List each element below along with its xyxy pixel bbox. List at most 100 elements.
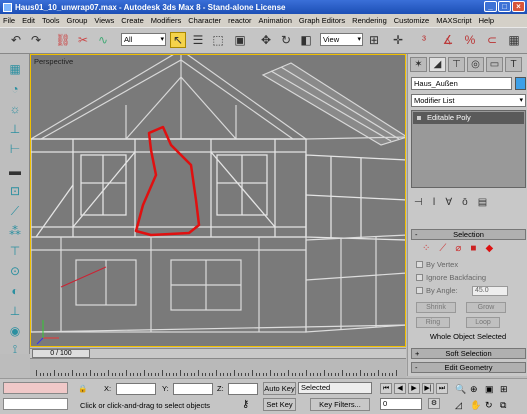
create-tab-icon[interactable]: ✶	[410, 57, 427, 72]
reference-coord-dropdown[interactable]: View	[320, 33, 363, 46]
timeline-track[interactable]	[30, 358, 406, 378]
menu-character[interactable]: Character	[188, 16, 221, 25]
menu-reactor[interactable]: reactor	[228, 16, 251, 25]
z-coordinate-field[interactable]	[228, 383, 258, 395]
angle-snap-icon[interactable]: ∡	[440, 32, 456, 48]
select-rotate-icon[interactable]: ↻	[278, 32, 294, 48]
lights-icon[interactable]: ☼	[5, 100, 25, 118]
edge-mode-icon[interactable]: ⟋	[439, 243, 446, 254]
menu-graph-editors[interactable]: Graph Editors	[299, 16, 345, 25]
pin-stack-icon[interactable]: ⊣	[414, 197, 423, 208]
soft-selection-rollout-header[interactable]: + Soft Selection	[411, 348, 526, 359]
menu-rendering[interactable]: Rendering	[352, 16, 387, 25]
systems-icon[interactable]: ⊡	[5, 182, 25, 200]
cameras-icon[interactable]: ⊥	[5, 120, 25, 138]
select-scale-icon[interactable]: ◧	[298, 32, 314, 48]
object-name-field[interactable]: Haus_Außen	[411, 77, 512, 90]
menu-maxscript[interactable]: MAXScript	[436, 16, 471, 25]
set-key-button[interactable]: Set Key	[263, 398, 296, 411]
zoom-extents-all-icon[interactable]: ⊞	[500, 384, 508, 395]
select-by-name-icon[interactable]: ☰	[190, 32, 206, 48]
shapes-icon[interactable]: ◔	[5, 80, 25, 98]
unlink-icon[interactable]: ✂	[75, 32, 91, 48]
play-icon[interactable]: ▶	[408, 383, 420, 394]
stack-item-editable-poly[interactable]: Editable Poly	[413, 112, 524, 124]
lock-icon[interactable]: 🔒	[78, 384, 87, 393]
object-color-swatch[interactable]	[515, 77, 526, 90]
window-crossing-icon[interactable]: ▣	[232, 32, 248, 48]
redo-icon[interactable]: ↷	[28, 32, 44, 48]
utilities-icon[interactable]: ⊥	[5, 302, 25, 320]
modify-tab-icon[interactable]: ◢	[429, 57, 446, 72]
arc-rotate-icon[interactable]: ↻	[485, 400, 493, 411]
auto-key-button[interactable]: Auto Key	[263, 382, 296, 395]
make-unique-icon[interactable]: ∀	[445, 197, 452, 208]
maximize-button[interactable]: □	[498, 1, 511, 12]
selection-filter-dropdown[interactable]: All	[121, 33, 166, 46]
motion-tab-icon[interactable]: ◎	[467, 57, 484, 72]
spinner-snap-icon[interactable]: ⊂	[484, 32, 500, 48]
close-button[interactable]: ×	[512, 1, 525, 12]
loop-button[interactable]: Loop	[466, 317, 500, 328]
key-icon[interactable]: ⚷	[242, 399, 249, 410]
vertex-mode-icon[interactable]: ⁘	[422, 243, 430, 254]
rectangular-selection-icon[interactable]: ⬚	[210, 32, 226, 48]
configure-sets-icon[interactable]: ▤	[478, 197, 487, 208]
maximize-viewport-icon[interactable]: ⧉	[500, 400, 506, 411]
display-tab-icon[interactable]: ▭	[486, 57, 503, 72]
percent-snap-icon[interactable]: %	[462, 32, 478, 48]
spacewarps-icon[interactable]: ▬	[5, 162, 25, 180]
menu-views[interactable]: Views	[94, 16, 114, 25]
next-frame-icon[interactable]: ▶|	[422, 383, 434, 394]
border-mode-icon[interactable]: ⌀	[455, 243, 461, 254]
current-frame-field[interactable]: 0	[380, 398, 422, 410]
time-slider[interactable]: 0 / 100	[30, 348, 406, 358]
reactor-icon[interactable]: ⟟	[5, 340, 25, 358]
create-geometry-icon[interactable]: ▦	[5, 60, 25, 78]
menu-modifiers[interactable]: Modifiers	[151, 16, 181, 25]
select-object-icon[interactable]: ↖	[170, 32, 186, 48]
remove-modifier-icon[interactable]: ō	[462, 197, 468, 208]
menu-file[interactable]: File	[3, 16, 15, 25]
select-move-icon[interactable]: ✥	[258, 32, 274, 48]
menu-help[interactable]: Help	[479, 16, 494, 25]
time-slider-thumb[interactable]: 0 / 100	[32, 349, 90, 358]
menu-edit[interactable]: Edit	[22, 16, 35, 25]
menu-tools[interactable]: Tools	[42, 16, 60, 25]
menu-animation[interactable]: Animation	[259, 16, 292, 25]
x-coordinate-field[interactable]	[116, 383, 156, 395]
bind-spacewarp-icon[interactable]: ∿	[95, 32, 111, 48]
shrink-button[interactable]: Shrink	[416, 302, 456, 313]
hierarchy-tab-icon[interactable]: ⊤	[448, 57, 465, 72]
goto-start-icon[interactable]: ⏮	[380, 383, 392, 394]
y-coordinate-field[interactable]	[173, 383, 213, 395]
named-selection-icon[interactable]: ▦	[506, 32, 522, 48]
selection-rollout-header[interactable]: - Selection	[411, 229, 526, 240]
ignore-backfacing-checkbox[interactable]: Ignore Backfacing	[416, 273, 486, 282]
utilities-tab-icon[interactable]: T	[505, 57, 522, 72]
snaps-icon[interactable]: ³	[416, 32, 432, 48]
particles-icon[interactable]: ⁂	[5, 222, 25, 240]
helpers-icon[interactable]: ⊢	[5, 140, 25, 158]
render-icon[interactable]: ◉	[5, 322, 25, 340]
goto-end-icon[interactable]: ⏭	[436, 383, 448, 394]
modifier-list-dropdown[interactable]: Modifier List	[411, 94, 526, 107]
maxscript-listener-mini[interactable]	[3, 382, 68, 394]
key-mode-dropdown[interactable]: Selected	[298, 382, 372, 394]
polygon-mode-icon[interactable]: ■	[470, 243, 476, 254]
pan-icon[interactable]: ✋	[470, 400, 481, 411]
zoom-extents-icon[interactable]: ▣	[485, 384, 494, 395]
key-filters-button[interactable]: Key Filters...	[310, 398, 370, 411]
fov-icon[interactable]: ◿	[455, 400, 462, 411]
element-mode-icon[interactable]: ◆	[485, 243, 493, 254]
undo-icon[interactable]: ↶	[8, 32, 24, 48]
by-angle-checkbox[interactable]: By Angle:	[416, 286, 458, 295]
menu-group[interactable]: Group	[67, 16, 88, 25]
perspective-viewport[interactable]: Perspective	[30, 54, 406, 347]
ring-button[interactable]: Ring	[416, 317, 450, 328]
viewport-label[interactable]: Perspective	[34, 57, 73, 66]
display-icon[interactable]: ◐	[5, 282, 25, 300]
edit-geometry-rollout-header[interactable]: - Edit Geometry	[411, 362, 526, 373]
angle-value-field[interactable]: 45.0	[472, 286, 508, 296]
modifiers-icon[interactable]: ⟋	[5, 202, 25, 220]
